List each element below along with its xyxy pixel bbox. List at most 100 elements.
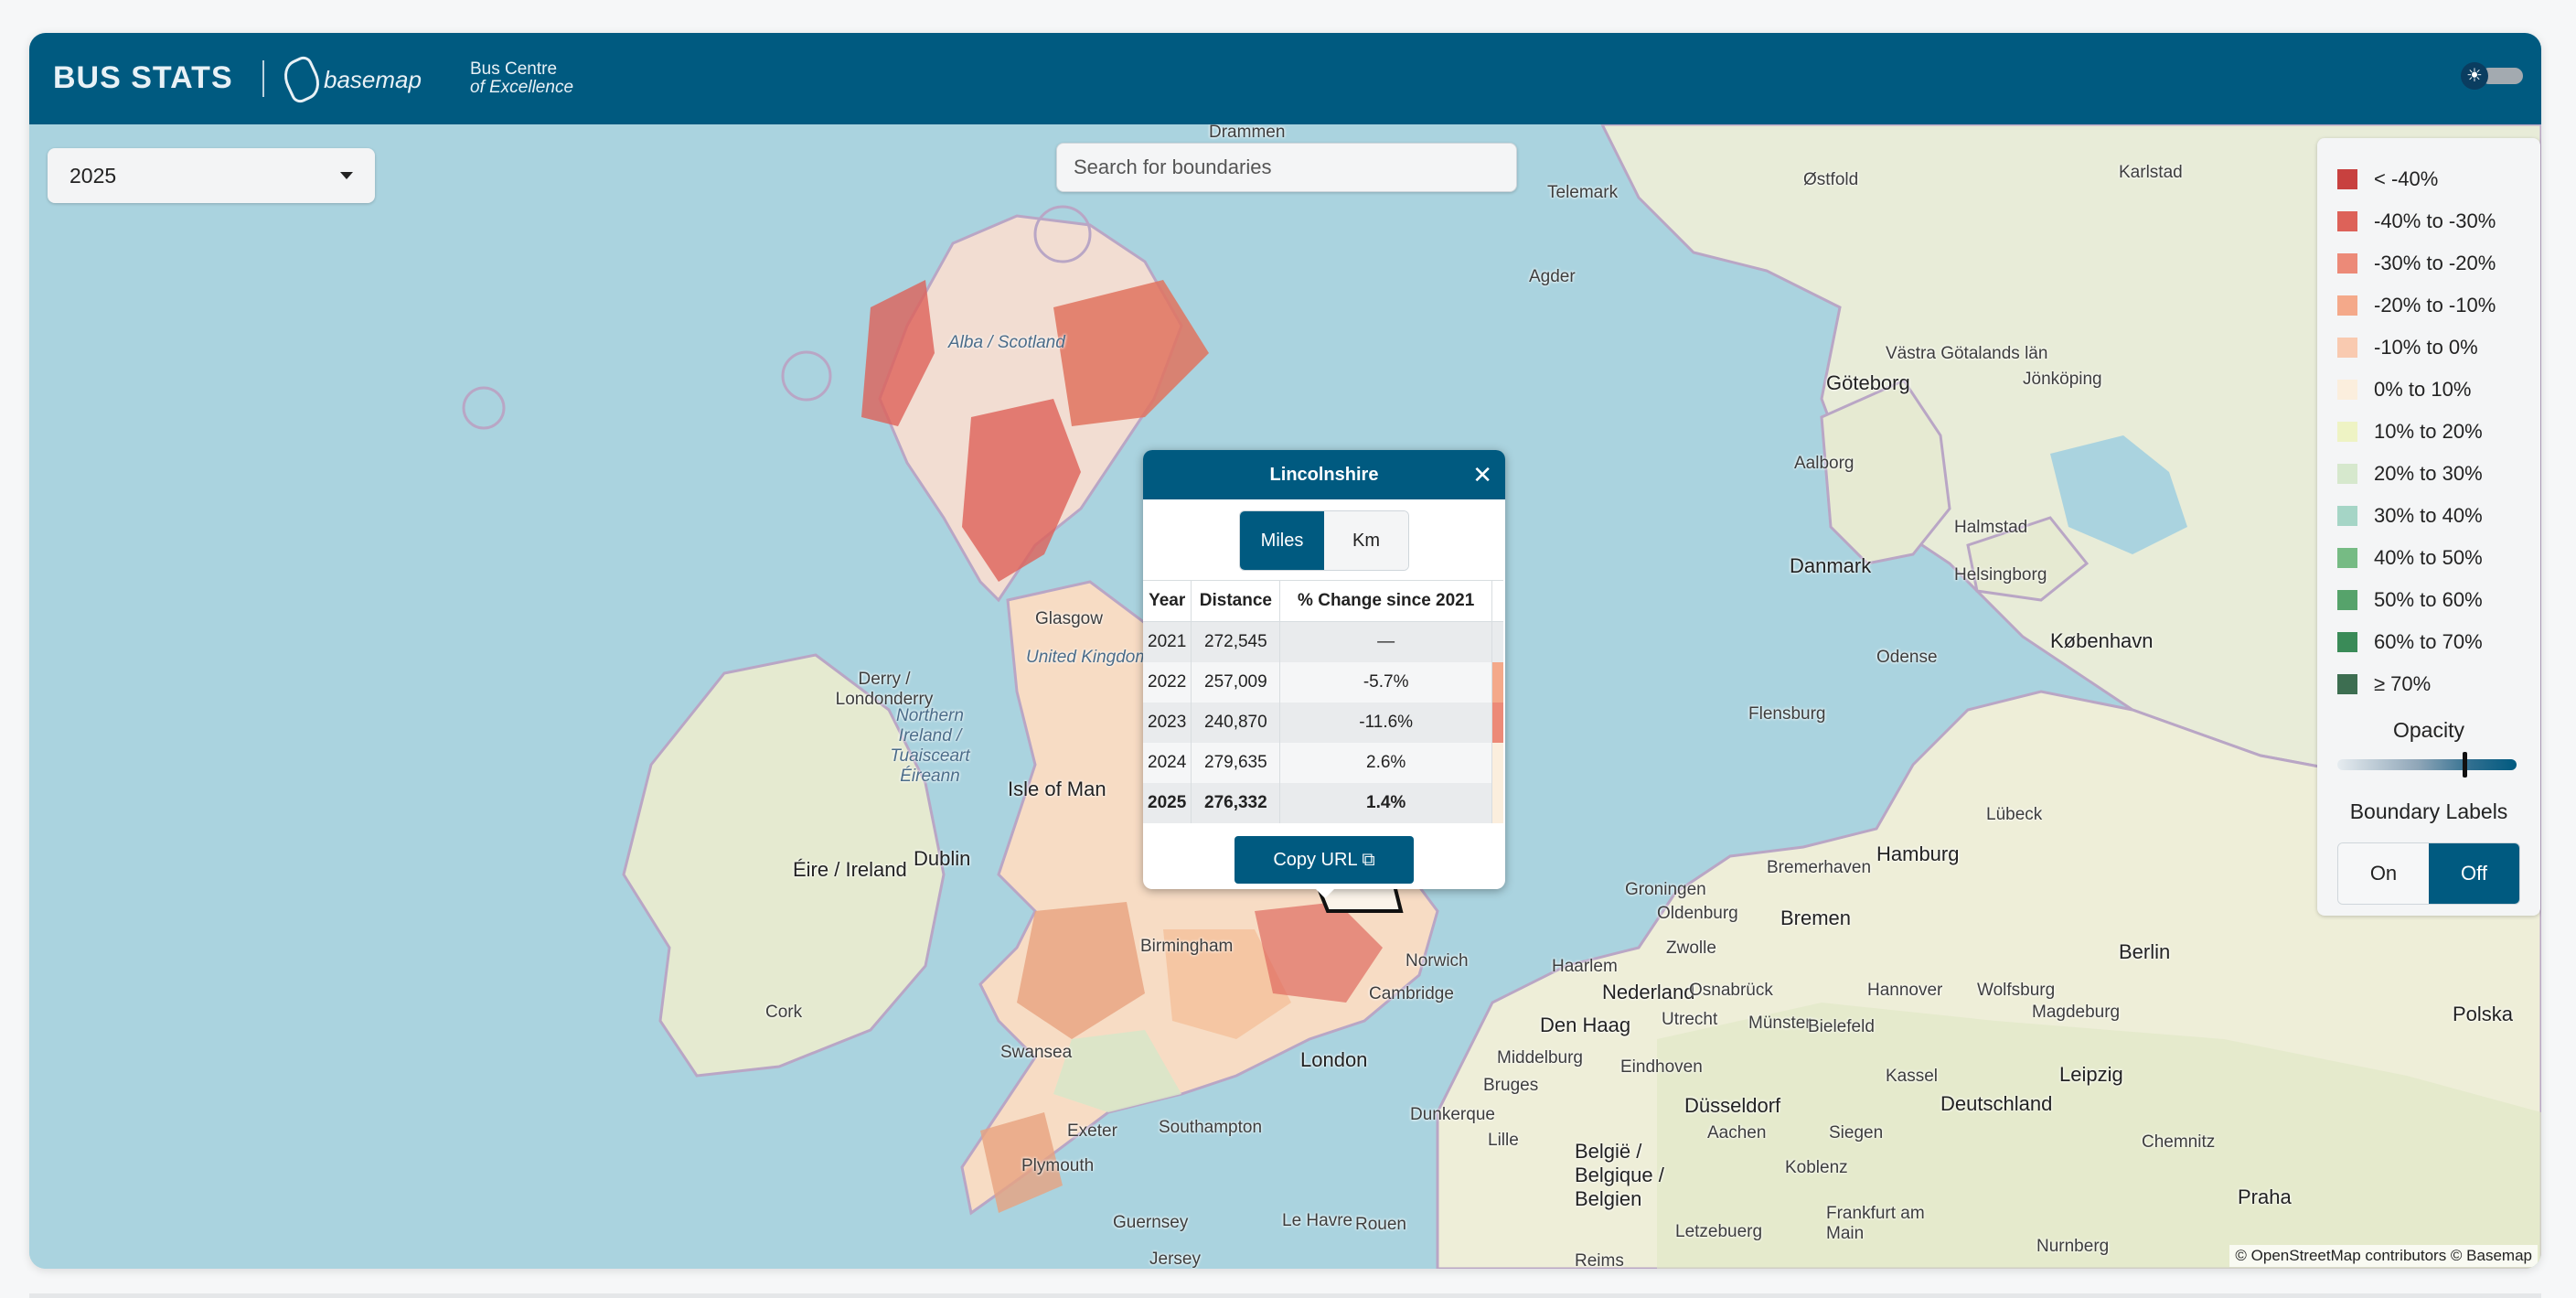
map-label: Bruges [1483, 1076, 1539, 1095]
map-label: Alba / Scotland [948, 333, 1065, 352]
map-label: Reims [1575, 1251, 1624, 1269]
year-select[interactable]: 2025 [48, 148, 375, 203]
boundary-labels-off-button[interactable]: Off [2429, 843, 2519, 904]
map-label: Deutschland [1940, 1092, 2053, 1115]
map-label: Bremerhaven [1767, 858, 1872, 877]
legend-item: 30% to 40% [2337, 495, 2520, 537]
map-label: Jönköping [2023, 370, 2102, 389]
map-label: Hamburg [1876, 842, 1960, 865]
opacity-slider-thumb[interactable] [2463, 752, 2467, 778]
theme-toggle[interactable]: ☀ [2461, 62, 2525, 90]
legend-item: 50% to 60% [2337, 579, 2520, 621]
unit-miles-button[interactable]: Miles [1240, 511, 1324, 570]
map-label: Berlin [2119, 940, 2171, 963]
legend-item: 40% to 50% [2337, 537, 2520, 579]
table-header-row: Year Distance % Change since 2021 [1143, 580, 1503, 622]
boundary-labels-title: Boundary Labels [2349, 799, 2508, 823]
legend-label: 50% to 60% [2374, 588, 2483, 611]
cell-year: 2025 [1143, 783, 1192, 823]
map-label: Haarlem [1552, 957, 1618, 976]
legend-swatch [2337, 169, 2357, 189]
map-label: Middelburg [1497, 1048, 1583, 1067]
map-label: Karlstad [2119, 163, 2183, 182]
map-label: Göteborg [1826, 371, 1910, 394]
legend-swatch [2337, 422, 2357, 442]
app-title: BUS STATS [53, 60, 233, 95]
map-label: Dublin [914, 847, 971, 870]
map-label: Bielefeld [1808, 1017, 1875, 1036]
legend-swatch [2337, 295, 2357, 316]
legend-label: -10% to 0% [2374, 336, 2478, 359]
copy-icon: ⧉ [1362, 849, 1375, 870]
map-label: Halmstad [1954, 518, 2028, 537]
map-label: Aalborg [1794, 454, 1855, 473]
map-label: Groningen [1625, 880, 1706, 899]
basemap-logo-text: basemap [324, 65, 422, 93]
map-label: Exeter [1067, 1121, 1117, 1141]
legend-swatch [2337, 548, 2357, 568]
map-label: Swansea [1000, 1043, 1073, 1062]
bce-logo-line1: Bus Centre [470, 59, 558, 79]
map-label: Isle of Man [1008, 778, 1106, 800]
legend-swatch [2337, 464, 2357, 484]
legend-swatch [2337, 338, 2357, 358]
map-label: Odense [1876, 648, 1938, 667]
boundary-popup: Lincolnshire ✕ Miles Km Year Distance % … [1143, 450, 1505, 889]
map-label: Oldenburg [1657, 904, 1738, 923]
legend-item: 10% to 20% [2337, 411, 2520, 453]
legend-swatch [2337, 506, 2357, 526]
app-header: BUS STATS basemap Bus Centre of Excellen… [29, 33, 2541, 124]
legend-label: 30% to 40% [2374, 504, 2483, 527]
boundary-labels-on-button[interactable]: On [2338, 843, 2429, 904]
map-label: Osnabrück [1689, 981, 1773, 1000]
map-label: London [1300, 1048, 1368, 1071]
cell-year: 2022 [1143, 662, 1192, 703]
popup-title: Lincolnshire [1269, 465, 1379, 485]
map-label: Cambridge [1369, 984, 1454, 1003]
cell-change: -5.7% [1279, 662, 1492, 703]
legend-item: 20% to 30% [2337, 453, 2520, 495]
legend-label: < -40% [2374, 167, 2439, 190]
map-label: Zwolle [1666, 939, 1716, 958]
map-label: Flensburg [1748, 704, 1826, 724]
close-icon[interactable]: ✕ [1472, 450, 1492, 499]
map-label: Münster [1748, 1014, 1812, 1033]
legend-label: ≥ 70% [2374, 672, 2432, 695]
cell-change: — [1279, 621, 1492, 662]
cell-change: -11.6% [1279, 703, 1492, 743]
cell-year: 2024 [1143, 743, 1192, 783]
legend-swatch [2337, 632, 2357, 652]
map-label: Magdeburg [2032, 1003, 2121, 1022]
legend-swatch [2337, 590, 2357, 610]
map-label: Drammen [1209, 124, 1286, 142]
map-label: Birmingham [1140, 937, 1234, 956]
cell-distance: 257,009 [1191, 662, 1281, 703]
map-label: Agder [1529, 267, 1576, 286]
boundary-search-input[interactable] [1056, 143, 1517, 192]
copy-url-button[interactable]: Copy URL ⧉ [1235, 836, 1414, 884]
cell-distance: 240,870 [1191, 703, 1281, 743]
map-label: Norwich [1406, 951, 1469, 971]
map-label: Rouen [1355, 1215, 1406, 1234]
map-label: Wolfsburg [1977, 981, 2056, 1000]
map-label: Den Haag [1540, 1014, 1631, 1036]
cell-change: 2.6% [1279, 743, 1492, 783]
map-label: Bremen [1780, 906, 1852, 929]
cell-distance: 276,332 [1191, 783, 1281, 823]
map-label: Le Havre [1282, 1211, 1353, 1230]
unit-km-button[interactable]: Km [1324, 511, 1408, 570]
legend-item: 60% to 70% [2337, 621, 2520, 663]
map-label: Kassel [1886, 1067, 1939, 1086]
opacity-title: Opacity [2393, 718, 2464, 742]
table-row: 2021 272,545— [1143, 621, 1503, 662]
opacity-slider[interactable] [2337, 752, 2517, 778]
map-label: Utrecht [1662, 1010, 1718, 1029]
map-label: Helsingborg [1954, 565, 2047, 585]
bce-logo: Bus Centre of Excellence [470, 60, 573, 97]
table-row: 2023 240,870 -11.6% [1143, 703, 1503, 743]
legend-item: -20% to -10% [2337, 284, 2520, 327]
cell-year: 2023 [1143, 703, 1192, 743]
bce-logo-line2: of Excellence [470, 78, 574, 97]
map-label: Praha [2238, 1185, 2292, 1208]
cell-year: 2021 [1143, 621, 1192, 662]
